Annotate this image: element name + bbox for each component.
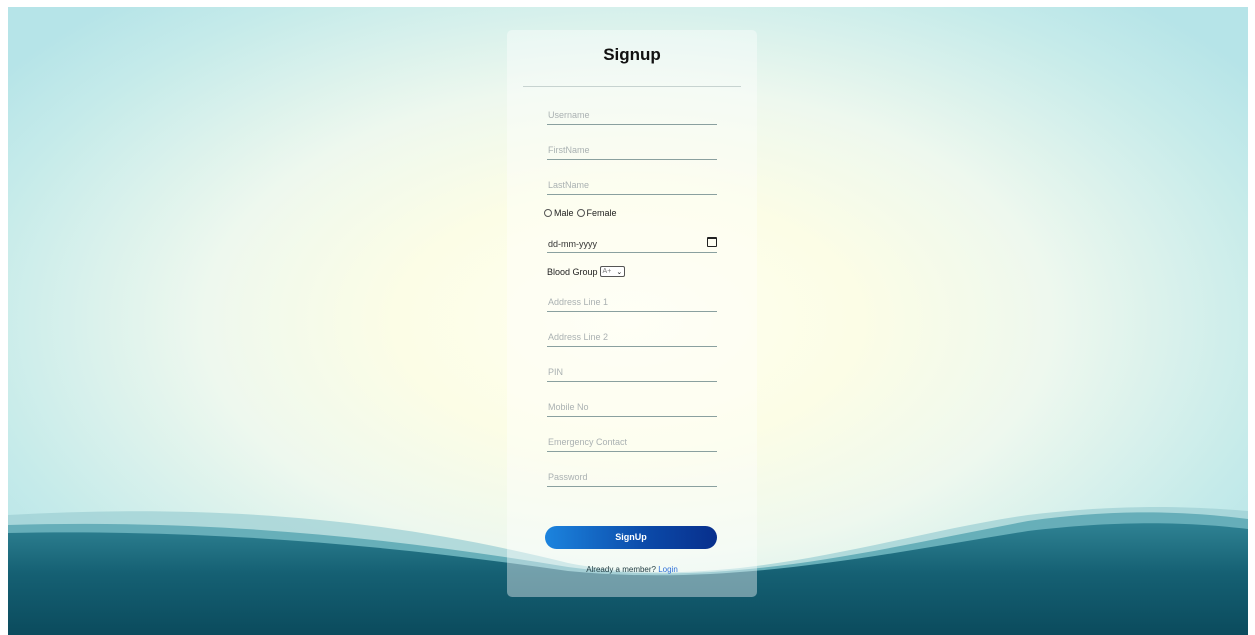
pin-placeholder: PIN [548,367,564,377]
emergency-contact-input[interactable]: Emergency Contact [547,433,717,452]
chevron-down-icon: ⌄ [616,268,623,276]
login-link[interactable]: Login [658,565,678,574]
address-line-2-input[interactable]: Address Line 2 [547,328,717,347]
blood-group-selected: A+ [602,268,612,275]
username-placeholder: Username [548,110,590,120]
firstname-placeholder: FirstName [548,145,590,155]
username-input[interactable]: Username [547,106,717,125]
emergency-placeholder: Emergency Contact [548,437,628,447]
female-label: Female [586,208,617,218]
lastname-input[interactable]: LastName [547,176,717,195]
address-line-1-input[interactable]: Address Line 1 [547,293,717,312]
signup-card: Signup Username FirstName LastName Male … [507,30,757,597]
gender-radio-group: Male Female [544,208,620,218]
calendar-icon[interactable] [707,237,717,247]
login-prompt: Already a member? Login [507,565,757,574]
mobile-input[interactable]: Mobile No [547,398,717,417]
member-text: Already a member? [586,565,656,574]
lastname-placeholder: LastName [548,180,590,190]
password-placeholder: Password [548,472,588,482]
male-label: Male [554,208,574,218]
title-divider [523,86,741,87]
page-title: Signup [603,45,661,64]
female-radio[interactable] [576,209,585,217]
dob-placeholder: dd-mm-yyyy [548,239,597,249]
signup-button[interactable]: SignUp [545,526,717,549]
blood-group-label: Blood Group [547,266,598,277]
dob-date-input[interactable]: dd-mm-yyyy [547,236,717,253]
password-input[interactable]: Password [547,468,717,487]
firstname-input[interactable]: FirstName [547,141,717,160]
address2-placeholder: Address Line 2 [548,332,609,342]
pin-input[interactable]: PIN [547,363,717,382]
blood-group-select[interactable]: A+ ⌄ [599,266,626,277]
address1-placeholder: Address Line 1 [548,297,609,307]
blood-group-row: Blood Group A+ ⌄ [547,266,626,277]
male-radio[interactable] [544,209,552,217]
page-viewport: Signup Username FirstName LastName Male … [8,7,1248,635]
mobile-placeholder: Mobile No [548,402,589,412]
